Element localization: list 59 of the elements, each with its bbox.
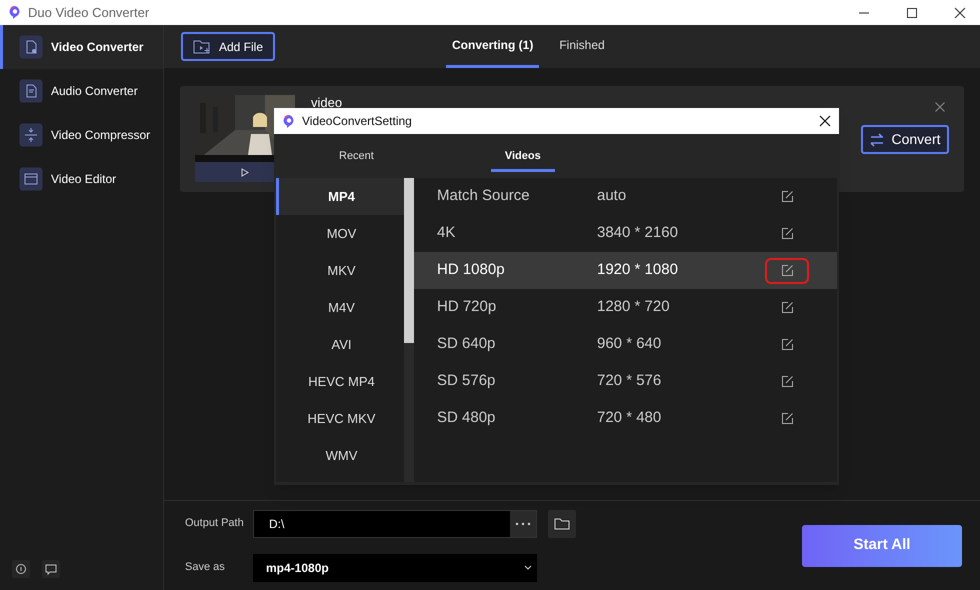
chevron-down-icon <box>524 565 532 570</box>
maximize-icon[interactable] <box>906 6 918 18</box>
format-item[interactable]: M4V <box>276 289 404 326</box>
edit-icon[interactable] <box>780 190 794 203</box>
scrollbar-thumb[interactable] <box>404 178 414 343</box>
field-label: Save as <box>185 560 226 576</box>
output-path-field[interactable]: D:\ <box>253 510 537 538</box>
sidebar-item[interactable]: Video Compressor <box>0 113 163 157</box>
convert-button[interactable]: Convert <box>861 125 949 154</box>
close-icon[interactable] <box>819 115 831 127</box>
edit-icon[interactable] <box>780 412 794 425</box>
preset-row[interactable]: 4K 3840 * 2160 <box>414 215 837 252</box>
sidebar-item[interactable]: Video Converter <box>0 25 163 69</box>
field-label: Output Path <box>185 516 245 532</box>
file-name: video <box>311 96 342 110</box>
edit-icon[interactable] <box>780 375 794 388</box>
compress-icon <box>19 123 43 147</box>
preset-row[interactable]: SD 576p 720 * 576 <box>414 363 837 400</box>
film-icon <box>19 167 43 191</box>
swap-icon <box>869 132 886 146</box>
more-icon[interactable] <box>515 522 531 526</box>
format-item[interactable]: WMV <box>276 437 404 474</box>
save-as-dropdown[interactable]: mp4-1080p <box>253 554 537 582</box>
audio-file-icon <box>19 79 43 103</box>
info-icon[interactable] <box>12 560 30 578</box>
edit-icon[interactable] <box>780 338 794 351</box>
sidebar-item[interactable]: Video Editor <box>0 157 163 201</box>
preset-row[interactable]: SD 480p 720 * 480 <box>414 400 837 437</box>
feedback-icon[interactable] <box>42 560 60 578</box>
folder-icon[interactable] <box>548 510 576 538</box>
window-title: Duo Video Converter <box>28 4 150 22</box>
dialog-tab[interactable]: Videos <box>490 148 555 172</box>
folder-plus-icon <box>193 38 211 54</box>
dialog-title: VideoConvertSetting <box>302 113 412 130</box>
preset-row[interactable]: SD 640p 960 * 640 <box>414 326 837 363</box>
close-icon[interactable] <box>954 6 966 18</box>
app-logo-icon <box>282 114 296 128</box>
preset-row[interactable]: Match Source auto <box>414 178 837 215</box>
format-item[interactable]: MP4 <box>276 178 404 215</box>
tab[interactable]: Converting (1) <box>446 25 540 68</box>
sidebar-item[interactable]: Audio Converter <box>0 69 163 113</box>
scrollbar[interactable] <box>404 178 414 482</box>
app-logo-icon <box>8 5 22 20</box>
format-item[interactable]: AVI <box>276 326 404 363</box>
play-icon[interactable] <box>241 168 249 176</box>
video-file-icon <box>19 35 43 59</box>
edit-icon[interactable] <box>780 227 794 240</box>
preset-row[interactable]: HD 1080p 1920 * 1080 <box>414 252 837 289</box>
format-item[interactable]: MKV <box>276 252 404 289</box>
format-item[interactable]: HEVC MP4 <box>276 363 404 400</box>
edit-icon[interactable] <box>780 264 794 277</box>
preset-row[interactable]: HD 720p 1280 * 720 <box>414 289 837 326</box>
dialog-tab[interactable]: Recent <box>325 148 388 172</box>
format-item[interactable]: HEVC MKV <box>276 400 404 437</box>
format-item[interactable]: MOV <box>276 215 404 252</box>
edit-icon[interactable] <box>780 301 794 314</box>
tab[interactable]: Finished <box>553 25 611 68</box>
add-file-button[interactable]: Add File <box>181 32 276 61</box>
start-all-button[interactable]: Start All <box>802 524 962 566</box>
